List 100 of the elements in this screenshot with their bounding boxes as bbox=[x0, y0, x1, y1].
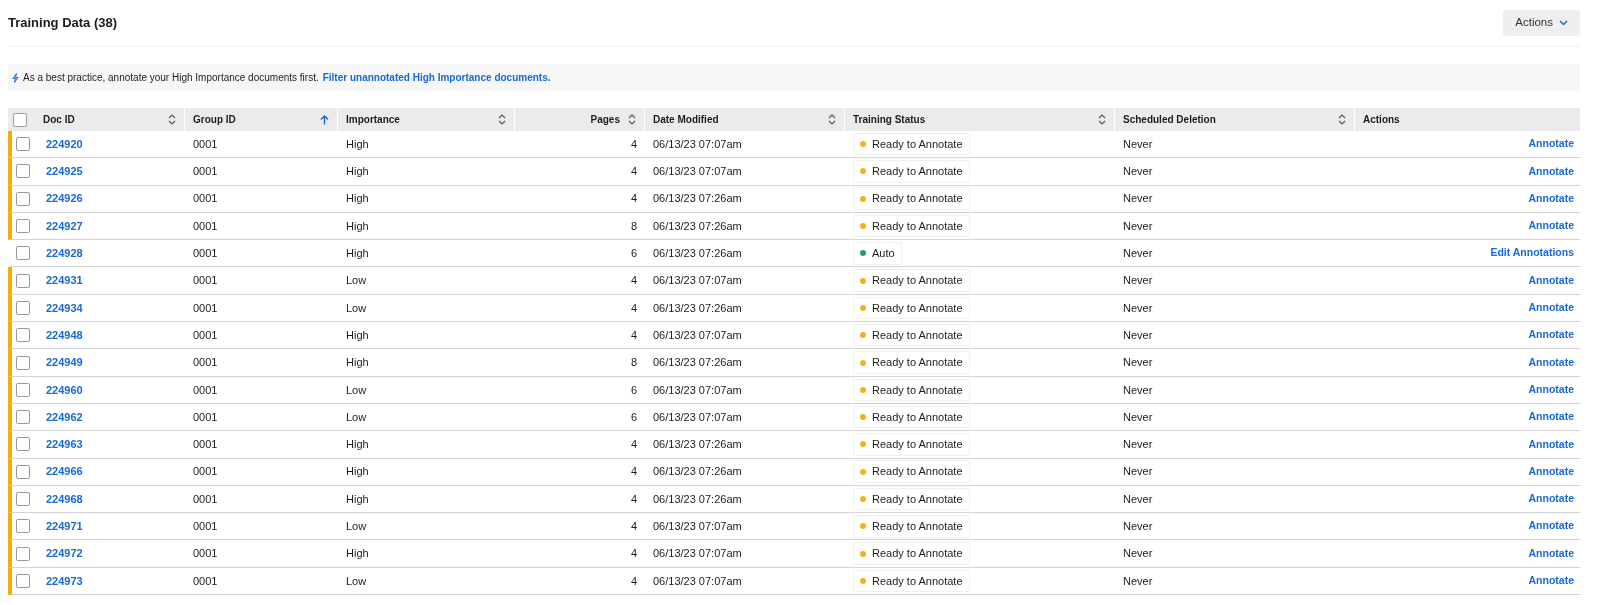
column-header[interactable]: Scheduled Deletion bbox=[1115, 108, 1355, 131]
doc-id-link[interactable]: 224973 bbox=[46, 572, 83, 590]
row-checkbox[interactable] bbox=[16, 300, 30, 315]
doc-id-link[interactable]: 224925 bbox=[46, 163, 83, 180]
row-checkbox[interactable] bbox=[16, 464, 30, 479]
group-id-text: 0001 bbox=[193, 519, 218, 535]
date-text: 06/13/23 07:26am bbox=[653, 300, 742, 316]
sort-icon[interactable] bbox=[498, 114, 506, 125]
row-action-link[interactable]: Annotate bbox=[1528, 381, 1574, 398]
doc-id-link[interactable]: 224949 bbox=[46, 354, 83, 371]
doc-id-link[interactable]: 224934 bbox=[46, 299, 83, 317]
select-all-checkbox[interactable] bbox=[13, 112, 27, 127]
page-title: Training Data (38) bbox=[8, 14, 118, 33]
doc-id-link[interactable]: 224966 bbox=[46, 463, 83, 480]
doc-id-link[interactable]: 224928 bbox=[46, 245, 83, 262]
group-id-text: 0001 bbox=[193, 464, 218, 480]
status-text: Ready to Annotate bbox=[872, 573, 963, 589]
actions-button[interactable]: Actions bbox=[1503, 10, 1580, 36]
page-count: 6 bbox=[630, 246, 637, 262]
deletion-text: Never bbox=[1123, 519, 1153, 535]
row-checkbox[interactable] bbox=[16, 492, 30, 506]
sort-icon[interactable] bbox=[168, 114, 176, 125]
filter-link[interactable]: Filter unannotated High Importance documents. bbox=[322, 70, 551, 85]
column-header[interactable]: Actions bbox=[1355, 108, 1580, 131]
doc-id-link[interactable]: 224960 bbox=[46, 381, 83, 399]
sort-icon[interactable] bbox=[1098, 114, 1106, 125]
row-checkbox[interactable] bbox=[16, 191, 30, 206]
deletion-text: Never bbox=[1123, 218, 1153, 234]
doc-id-link[interactable]: 224971 bbox=[46, 518, 83, 535]
date-text: 06/13/23 07:07am bbox=[653, 136, 742, 152]
status-text: Ready to Annotate bbox=[872, 437, 963, 453]
row-checkbox[interactable] bbox=[16, 219, 30, 234]
group-id-text: 0001 bbox=[193, 136, 218, 152]
row-action-link[interactable]: Annotate bbox=[1528, 190, 1574, 207]
row-checkbox[interactable] bbox=[16, 137, 30, 152]
row-action-link[interactable]: Annotate bbox=[1528, 463, 1574, 480]
importance-text: High bbox=[346, 464, 369, 480]
deletion-text: Never bbox=[1123, 300, 1153, 316]
row-action-link[interactable]: Annotate bbox=[1528, 573, 1574, 589]
row-checkbox[interactable] bbox=[16, 328, 30, 343]
status-text: Ready to Annotate bbox=[872, 191, 963, 207]
page-count: 4 bbox=[630, 464, 637, 480]
importance-text: High bbox=[346, 246, 369, 262]
doc-id-link[interactable]: 224968 bbox=[46, 490, 83, 508]
row-action-link[interactable]: Edit Annotations bbox=[1490, 245, 1574, 262]
doc-id-link[interactable]: 224972 bbox=[46, 545, 83, 562]
group-id-text: 0001 bbox=[193, 218, 218, 234]
column-header[interactable]: Importance bbox=[338, 108, 515, 131]
row-action-link[interactable]: Annotate bbox=[1528, 545, 1574, 562]
group-id-text: 0001 bbox=[193, 491, 218, 507]
column-header[interactable]: Pages bbox=[515, 108, 645, 131]
row-action-link[interactable]: Annotate bbox=[1528, 300, 1574, 316]
doc-id-link[interactable]: 224927 bbox=[46, 217, 83, 235]
column-header[interactable]: Group ID bbox=[185, 108, 338, 131]
column-header[interactable]: Doc ID bbox=[8, 108, 185, 131]
doc-id-link[interactable]: 224962 bbox=[46, 408, 83, 426]
deletion-text: Never bbox=[1123, 409, 1153, 425]
deletion-text: Never bbox=[1123, 491, 1153, 507]
page-count: 4 bbox=[630, 273, 637, 289]
sort-icon[interactable] bbox=[828, 114, 836, 125]
row-checkbox[interactable] bbox=[16, 273, 30, 288]
row-checkbox[interactable] bbox=[16, 355, 30, 370]
deletion-text: Never bbox=[1123, 327, 1153, 343]
date-text: 06/13/23 07:26am bbox=[653, 491, 742, 507]
date-text: 06/13/23 07:07am bbox=[653, 327, 742, 343]
row-action-link[interactable]: Annotate bbox=[1528, 218, 1574, 234]
column-header[interactable]: Date Modified bbox=[645, 108, 845, 131]
row-checkbox[interactable] bbox=[16, 573, 30, 588]
doc-id-link[interactable]: 224920 bbox=[46, 135, 83, 153]
row-checkbox[interactable] bbox=[16, 382, 30, 397]
deletion-text: Never bbox=[1123, 546, 1153, 562]
sort-ascending-icon[interactable] bbox=[320, 114, 329, 125]
row-action-link[interactable]: Annotate bbox=[1528, 327, 1574, 344]
doc-id-link[interactable]: 224963 bbox=[46, 436, 83, 453]
column-header[interactable]: Training Status bbox=[845, 108, 1115, 131]
sort-icon[interactable] bbox=[628, 114, 636, 125]
row-action-link[interactable]: Annotate bbox=[1528, 163, 1574, 180]
row-action-link[interactable]: Annotate bbox=[1528, 409, 1574, 425]
doc-id-link[interactable]: 224931 bbox=[46, 272, 83, 289]
row-checkbox[interactable] bbox=[16, 246, 30, 261]
row-action-link[interactable]: Annotate bbox=[1528, 491, 1574, 507]
row-action-link[interactable]: Annotate bbox=[1528, 436, 1574, 453]
page-count: 4 bbox=[630, 327, 637, 343]
row-checkbox[interactable] bbox=[16, 546, 30, 561]
row-action-link[interactable]: Annotate bbox=[1528, 136, 1574, 152]
doc-id-link[interactable]: 224926 bbox=[46, 190, 83, 207]
importance-text: Low bbox=[346, 409, 367, 425]
sort-icon[interactable] bbox=[1338, 114, 1346, 125]
doc-id-link[interactable]: 224948 bbox=[46, 326, 83, 344]
row-checkbox[interactable] bbox=[16, 437, 30, 452]
row-checkbox[interactable] bbox=[16, 164, 30, 179]
chevron-down-icon bbox=[1559, 20, 1568, 26]
row-action-link[interactable]: Annotate bbox=[1528, 272, 1574, 289]
status-text: Ready to Annotate bbox=[872, 327, 963, 343]
row-checkbox[interactable] bbox=[16, 519, 30, 534]
date-text: 06/13/23 07:26am bbox=[653, 191, 742, 207]
importance-text: Low bbox=[346, 519, 367, 535]
row-action-link[interactable]: Annotate bbox=[1528, 354, 1574, 371]
row-checkbox[interactable] bbox=[16, 410, 30, 425]
row-action-link[interactable]: Annotate bbox=[1528, 518, 1574, 535]
